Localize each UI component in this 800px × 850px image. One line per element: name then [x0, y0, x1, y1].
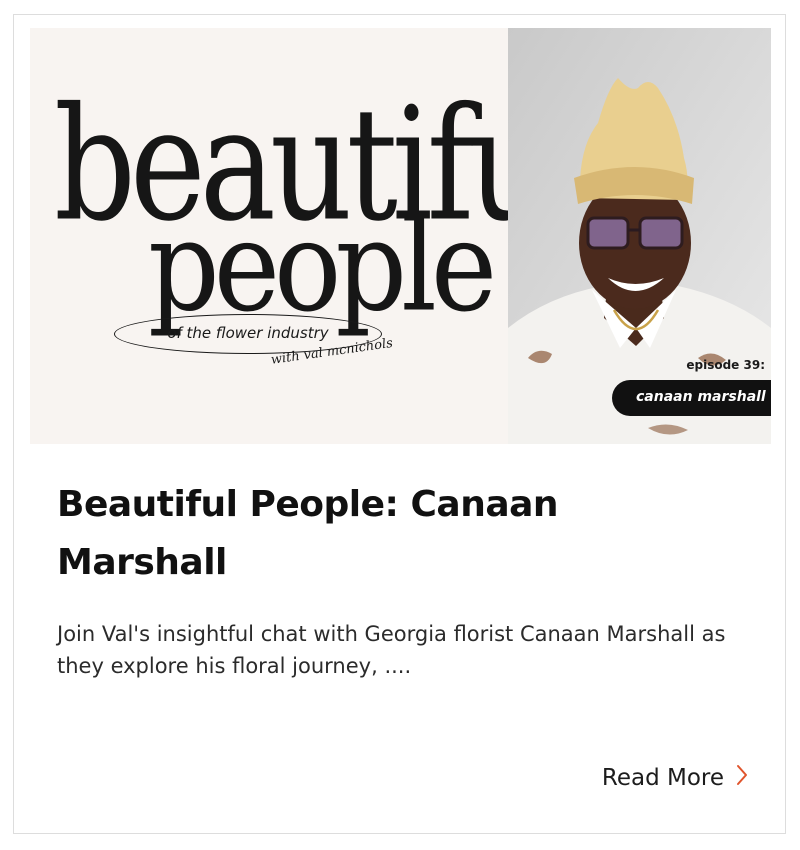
- read-more-link[interactable]: Read More: [602, 764, 748, 791]
- chevron-right-icon: [736, 764, 748, 791]
- tagline-text: of the flower industry: [167, 324, 329, 342]
- read-more-label: Read More: [601, 764, 724, 791]
- hero-branding-panel: beautiful people of the flower industry …: [30, 28, 586, 444]
- post-excerpt: Join Val's insightful chat with Georgia …: [57, 622, 726, 678]
- post-title[interactable]: Beautiful People: Canaan Marshall: [57, 476, 617, 592]
- guest-name: canaan marshall: [636, 389, 766, 405]
- post-hero-image[interactable]: beautiful people of the flower industry …: [30, 28, 771, 444]
- blog-post-card: beautiful people of the flower industry …: [13, 14, 786, 834]
- wordmark-people: people: [148, 193, 497, 340]
- episode-label: episode 39:: [686, 358, 765, 372]
- guest-photo: episode 39: canaan marshall: [508, 28, 771, 444]
